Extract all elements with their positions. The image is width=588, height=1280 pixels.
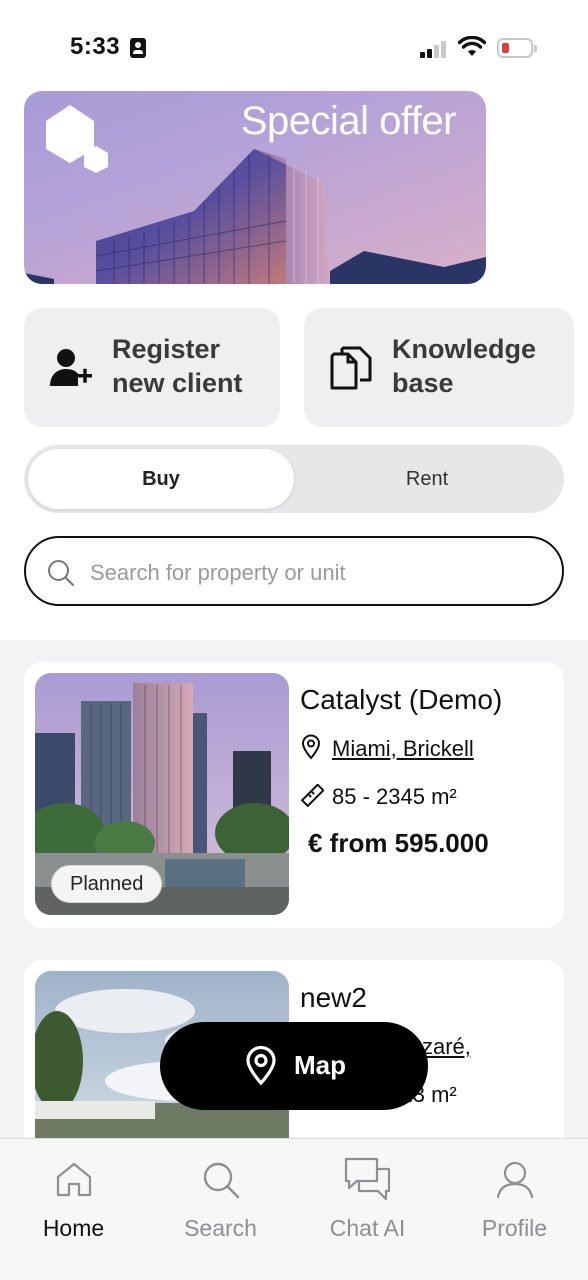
nav-chat-ai-label: Chat AI — [329, 1215, 406, 1241]
ruler-icon — [300, 784, 324, 808]
app-screen: 5:33 Special offer Register new client K… — [0, 0, 588, 1280]
property-location-link[interactable]: zaré, — [422, 1034, 471, 1060]
property-title: Catalyst (Demo) — [300, 684, 503, 715]
property-location-link[interactable]: Miami, Brickell — [332, 736, 474, 762]
location-pin-icon — [301, 734, 321, 760]
map-button[interactable]: Map — [160, 1022, 428, 1110]
property-image: Planned — [35, 673, 289, 915]
nav-home[interactable]: Home — [0, 1139, 147, 1280]
nav-home-label: Home — [42, 1215, 105, 1241]
person-add-icon — [50, 349, 92, 386]
contact-card-icon — [130, 38, 146, 58]
nav-profile[interactable]: Profile — [441, 1139, 588, 1280]
tab-rent[interactable]: Rent — [294, 449, 560, 509]
knowledge-base-button[interactable]: Knowledge base — [304, 308, 574, 427]
nav-search[interactable]: Search — [147, 1139, 294, 1280]
search-icon — [203, 1162, 239, 1199]
knowledge-base-label: Knowledge base — [392, 334, 537, 398]
home-icon — [56, 1162, 91, 1197]
nav-search-label: Search — [184, 1215, 257, 1241]
profile-icon — [496, 1161, 533, 1199]
documents-icon — [330, 346, 372, 390]
status-badge: Planned — [51, 865, 163, 903]
status-time: 5:33 — [70, 33, 121, 60]
bottom-nav: Home Search Chat AI Profile — [0, 1138, 588, 1280]
map-pin-icon — [246, 1046, 276, 1086]
property-price: € from 595.000 — [308, 828, 489, 858]
property-area: 85 - 2345 m² — [332, 784, 457, 809]
special-offer-banner[interactable]: Special offer — [24, 91, 486, 284]
status-bar: 5:33 — [0, 0, 588, 90]
wifi-icon — [458, 36, 486, 56]
map-button-label: Map — [294, 1050, 346, 1080]
search-input[interactable]: Search for property or unit — [24, 536, 564, 606]
battery-icon — [497, 38, 537, 58]
tab-buy[interactable]: Buy — [28, 449, 294, 509]
search-placeholder: Search for property or unit — [90, 560, 346, 585]
buy-rent-toggle: Buy Rent — [24, 445, 564, 513]
property-title: new2 — [300, 982, 367, 1013]
register-new-client-button[interactable]: Register new client — [24, 308, 280, 427]
search-icon — [48, 560, 74, 586]
banner-title: Special offer — [240, 99, 457, 143]
cellular-signal-icon — [420, 40, 450, 58]
nav-chat-ai[interactable]: Chat AI — [294, 1139, 441, 1280]
chat-icon — [344, 1157, 390, 1201]
property-card[interactable]: Planned Catalyst (Demo) Miami, Brickell … — [24, 662, 564, 928]
register-new-client-label: Register new client — [112, 334, 243, 398]
nav-profile-label: Profile — [481, 1215, 548, 1241]
